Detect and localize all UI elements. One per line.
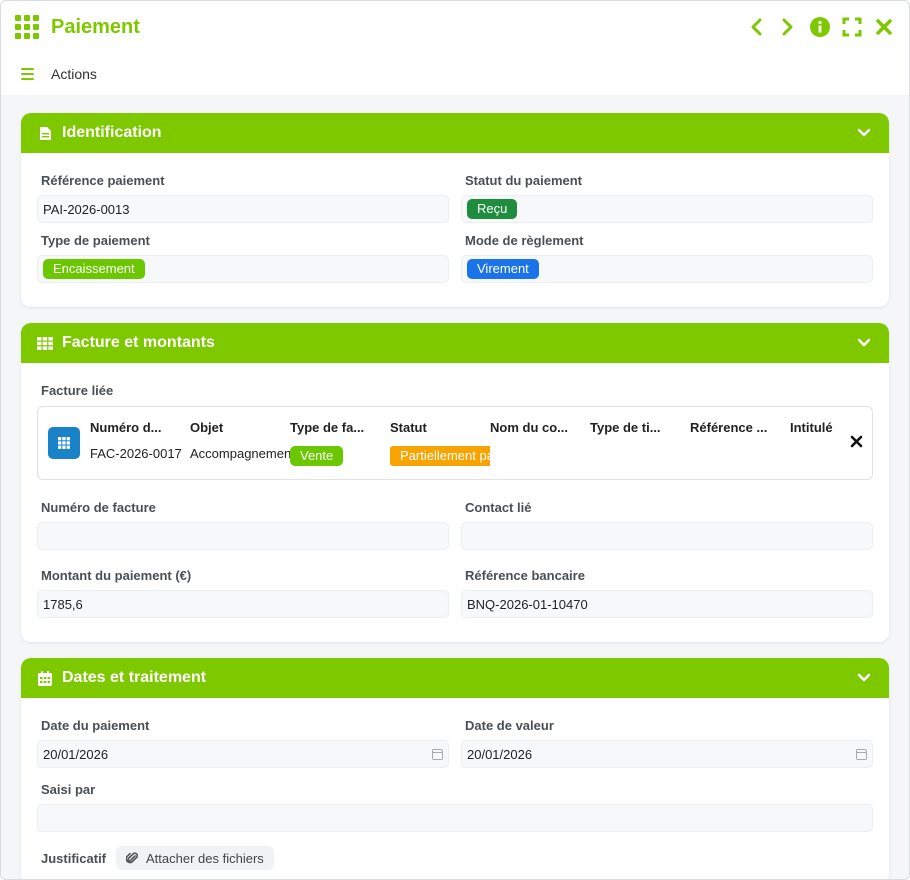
attachment-row: Justificatif Attacher des fichiers <box>37 846 873 870</box>
mode-field: Mode de règlement Virement <box>461 233 873 283</box>
actions-menu[interactable]: Actions <box>51 66 97 82</box>
info-icon[interactable] <box>809 16 831 38</box>
fullscreen-icon[interactable] <box>841 16 863 38</box>
column-header: Type de ti... <box>590 420 661 435</box>
reference-field: Référence paiement PAI-2026-0013 <box>37 173 449 223</box>
status-badge: Reçu <box>467 199 518 219</box>
contact-input[interactable] <box>461 522 873 550</box>
entered-by-label: Saisi par <box>41 782 96 797</box>
calendar-icon <box>37 670 53 686</box>
hamburger-menu-icon[interactable] <box>21 68 34 80</box>
title-bar: Paiement <box>1 1 909 53</box>
amount-input[interactable]: 1785,6 <box>37 590 449 618</box>
bank-reference-input[interactable]: BNQ-2026-01-10470 <box>461 590 873 618</box>
grid-app-icon <box>15 15 39 39</box>
identification-section: Identification Référence paiement PAI-20… <box>21 113 889 307</box>
identification-header[interactable]: Identification <box>21 113 889 153</box>
value-date-input[interactable]: 20/01/2026 <box>461 740 873 768</box>
dates-title: Dates et traitement <box>62 669 207 686</box>
type-badge: Encaissement <box>43 259 145 279</box>
window-title: Paiement <box>51 15 140 38</box>
remove-link-icon[interactable] <box>850 435 864 449</box>
actions-bar: Actions <box>1 53 909 95</box>
linked-invoice-label: Facture liée <box>41 383 114 398</box>
attach-files-label: Attacher des fichiers <box>146 850 264 866</box>
type-field: Type de paiement Encaissement <box>37 233 449 283</box>
statut-select[interactable]: Reçu <box>461 195 873 223</box>
column-header: Statut <box>390 420 427 435</box>
invoice-number-label: Numéro de facture <box>41 500 156 515</box>
next-record-icon[interactable] <box>777 16 799 38</box>
bank-reference-label: Référence bancaire <box>465 568 585 583</box>
column-header: Objet <box>190 420 224 435</box>
entered-by-field: Saisi par <box>37 782 873 832</box>
bank-reference-cell <box>690 446 790 466</box>
contact-name-cell <box>490 446 590 466</box>
mode-select[interactable]: Virement <box>461 255 873 283</box>
payment-date-input[interactable]: 20/01/2026 <box>37 740 449 768</box>
linked-invoice-table: Numéro d... FAC-2026-0017 Objet Accompag… <box>90 420 862 466</box>
third-party-type-cell <box>590 446 690 466</box>
table-icon <box>37 335 53 351</box>
value-date-value: 20/01/2026 <box>467 746 533 762</box>
facture-header[interactable]: Facture et montants <box>21 323 889 363</box>
statut-label: Statut du paiement <box>465 173 583 188</box>
invoice-number-cell: FAC-2026-0017 <box>90 446 182 461</box>
type-label: Type de paiement <box>41 233 150 248</box>
mode-badge: Virement <box>467 259 539 279</box>
attach-files-button[interactable]: Attacher des fichiers <box>116 846 274 870</box>
invoice-status-badge: Partiellement payée <box>390 446 490 466</box>
window-controls <box>745 16 895 38</box>
column-header: Numéro d... <box>90 420 162 435</box>
invoice-number-input[interactable] <box>37 522 449 550</box>
invoice-type-badge: Vente <box>290 446 344 466</box>
entered-by-input[interactable] <box>37 804 873 832</box>
amount-field: Montant du paiement (€) 1785,6 <box>37 568 449 618</box>
bank-reference-field: Référence bancaire BNQ-2026-01-10470 <box>461 568 873 618</box>
attachment-label: Justificatif <box>41 850 107 866</box>
calendar-picker-icon[interactable] <box>856 748 867 760</box>
reference-label: Référence paiement <box>41 173 165 188</box>
invoice-type-cell: Vente <box>290 446 390 466</box>
facture-title: Facture et montants <box>62 334 215 351</box>
previous-record-icon[interactable] <box>745 16 767 38</box>
column-header: Référence ... <box>690 420 768 435</box>
column-header: Nom du co... <box>490 420 568 435</box>
dates-header[interactable]: Dates et traitement <box>21 658 889 698</box>
invoice-status-cell: Partiellement payée <box>390 446 490 466</box>
dates-section: Dates et traitement Date du paiement 20/… <box>21 658 889 879</box>
paperclip-icon <box>126 852 139 864</box>
type-select[interactable]: Encaissement <box>37 255 449 283</box>
chevron-down-icon[interactable] <box>855 334 873 352</box>
invoice-number-field: Numéro de facture <box>37 500 449 550</box>
invoice-table-icon <box>48 427 80 459</box>
mode-label: Mode de règlement <box>465 233 584 248</box>
reference-input[interactable]: PAI-2026-0013 <box>37 195 449 223</box>
linked-invoice-card[interactable]: Numéro d... FAC-2026-0017 Objet Accompag… <box>37 406 873 480</box>
value-date-label: Date de valeur <box>465 718 554 733</box>
close-icon[interactable] <box>873 16 895 38</box>
calendar-picker-icon[interactable] <box>432 748 443 760</box>
statut-field: Statut du paiement Reçu <box>461 173 873 223</box>
payment-date-label: Date du paiement <box>41 718 150 733</box>
document-icon <box>37 125 53 141</box>
column-header: Type de fa... <box>290 420 365 435</box>
invoice-object-cell: Accompagnement <box>190 446 290 461</box>
form-content: Identification Référence paiement PAI-20… <box>1 95 909 879</box>
facture-section: Facture et montants Facture liée Numéro … <box>21 323 889 642</box>
amount-label: Montant du paiement (€) <box>41 568 192 583</box>
payment-date-value: 20/01/2026 <box>43 746 109 762</box>
payment-date-field: Date du paiement 20/01/2026 <box>37 718 449 768</box>
payment-window: Paiement Actions Identification Référenc… <box>0 0 910 880</box>
contact-field: Contact lié <box>461 500 873 550</box>
contact-label: Contact lié <box>465 500 532 515</box>
chevron-down-icon[interactable] <box>855 669 873 687</box>
identification-title: Identification <box>62 124 162 141</box>
value-date-field: Date de valeur 20/01/2026 <box>461 718 873 768</box>
chevron-down-icon[interactable] <box>855 124 873 142</box>
